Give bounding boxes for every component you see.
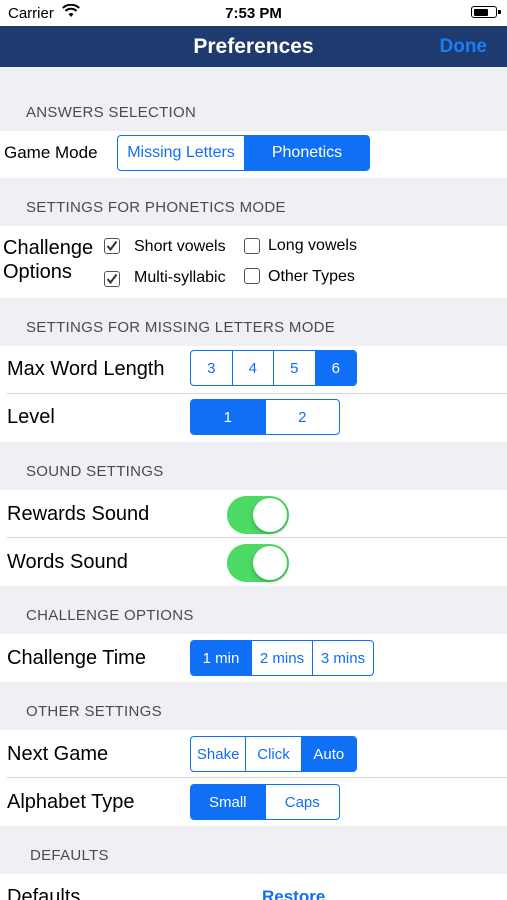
battery-icon: [471, 6, 501, 18]
section-header-other: OTHER SETTINGS: [0, 682, 507, 730]
next-game-row: Next Game Shake Click Auto: [0, 730, 507, 778]
section-header-phonetics: SETTINGS FOR PHONETICS MODE: [0, 178, 507, 226]
section-header-defaults: DEFAULTS: [0, 826, 507, 874]
short-vowels-checkbox[interactable]: [104, 238, 120, 254]
section-title: SETTINGS FOR PHONETICS MODE: [26, 199, 286, 216]
section-title: CHALLENGE OPTIONS: [26, 607, 194, 624]
segment-length-5[interactable]: 5: [273, 351, 315, 385]
max-word-length-segmented-control: 3 4 5 6: [190, 350, 357, 386]
section-header-answers: ANSWERS SELECTION: [0, 67, 507, 131]
defaults-label: Defaults: [7, 886, 81, 900]
max-word-length-label: Max Word Length: [7, 358, 165, 380]
short-vowels-label: Short vowels: [134, 238, 226, 255]
segment-auto[interactable]: Auto: [300, 737, 356, 771]
segment-level-2[interactable]: 2: [264, 400, 340, 434]
level-row: Level 1 2: [0, 394, 507, 442]
challenge-options-row: Challenge Options Short vowels Long vowe…: [0, 226, 507, 298]
challenge-time-segmented-control: 1 min 2 mins 3 mins: [190, 640, 374, 676]
section-title: DEFAULTS: [30, 847, 109, 864]
other-types-checkbox[interactable]: [244, 268, 260, 284]
status-time: 7:53 PM: [225, 5, 282, 22]
segment-caps[interactable]: Caps: [264, 785, 340, 819]
multi-syllabic-checkbox[interactable]: [104, 271, 120, 287]
challenge-time-row: Challenge Time 1 min 2 mins 3 mins: [0, 634, 507, 682]
level-label: Level: [7, 406, 55, 428]
section-header-sound: SOUND SETTINGS: [0, 442, 507, 490]
segment-missing-letters[interactable]: Missing Letters: [118, 136, 244, 170]
segment-length-6[interactable]: 6: [314, 351, 356, 385]
segment-length-3[interactable]: 3: [191, 351, 232, 385]
challenge-options-label-line2: Options: [3, 261, 72, 283]
segment-1-min[interactable]: 1 min: [191, 641, 251, 675]
challenge-time-label: Challenge Time: [7, 647, 146, 669]
restore-button[interactable]: Restore: [262, 887, 325, 900]
rewards-sound-row: Rewards Sound: [0, 490, 507, 538]
navigation-bar: Preferences Done: [0, 26, 507, 67]
game-mode-label: Game Mode: [4, 143, 98, 162]
section-title: SETTINGS FOR MISSING LETTERS MODE: [26, 319, 336, 336]
game-mode-row: Game Mode Missing Letters Phonetics: [0, 131, 507, 178]
alphabet-type-row: Alphabet Type Small Caps: [0, 778, 507, 826]
segment-level-1[interactable]: 1: [191, 400, 265, 434]
segment-shake[interactable]: Shake: [191, 737, 245, 771]
multi-syllabic-label: Multi-syllabic: [134, 269, 226, 286]
defaults-row: Defaults Restore: [0, 874, 507, 900]
max-word-length-row: Max Word Length 3 4 5 6: [0, 346, 507, 394]
section-header-challenge: CHALLENGE OPTIONS: [0, 586, 507, 634]
rewards-sound-label: Rewards Sound: [7, 503, 150, 525]
long-vowels-label: Long vowels: [268, 237, 357, 254]
rewards-sound-toggle[interactable]: [227, 496, 289, 534]
section-header-missing-letters: SETTINGS FOR MISSING LETTERS MODE: [0, 298, 507, 346]
segment-small[interactable]: Small: [191, 785, 265, 819]
next-game-segmented-control: Shake Click Auto: [190, 736, 357, 772]
section-title: OTHER SETTINGS: [26, 703, 162, 720]
page-title: Preferences: [193, 35, 314, 58]
segment-phonetics[interactable]: Phonetics: [244, 136, 369, 170]
segment-click[interactable]: Click: [245, 737, 300, 771]
section-title: ANSWERS SELECTION: [26, 104, 197, 121]
words-sound-toggle[interactable]: [227, 544, 289, 582]
segment-3-mins[interactable]: 3 mins: [312, 641, 373, 675]
status-bar: Carrier 7:53 PM: [0, 0, 507, 26]
words-sound-label: Words Sound: [7, 551, 128, 573]
segment-2-mins[interactable]: 2 mins: [251, 641, 312, 675]
done-button[interactable]: Done: [440, 36, 488, 58]
words-sound-row: Words Sound: [0, 538, 507, 586]
long-vowels-checkbox[interactable]: [244, 238, 260, 254]
alphabet-type-segmented-control: Small Caps: [190, 784, 340, 820]
game-mode-segmented-control: Missing Letters Phonetics: [117, 135, 370, 171]
challenge-options-label-line1: Challenge: [3, 237, 94, 259]
section-title: SOUND SETTINGS: [26, 463, 164, 480]
other-types-label: Other Types: [268, 268, 355, 285]
alphabet-type-label: Alphabet Type: [7, 791, 135, 813]
level-segmented-control: 1 2: [190, 399, 340, 435]
segment-length-4[interactable]: 4: [231, 351, 274, 385]
next-game-label: Next Game: [7, 743, 109, 765]
